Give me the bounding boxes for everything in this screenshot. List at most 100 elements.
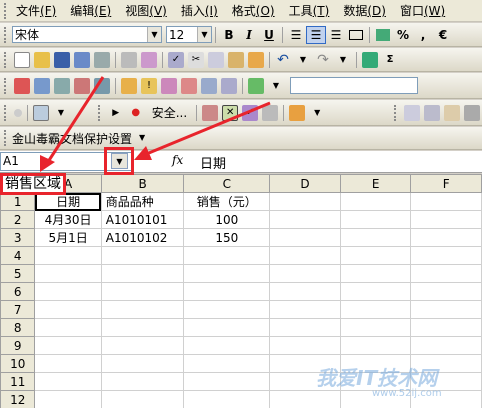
undo-icon[interactable]: ↶ xyxy=(275,52,291,68)
cell[interactable] xyxy=(100,372,185,391)
chevron-down-icon[interactable]: ▼ xyxy=(335,52,351,68)
cell[interactable] xyxy=(269,336,341,355)
cell[interactable] xyxy=(100,264,185,283)
chevron-down-icon[interactable]: ▼ xyxy=(134,130,150,146)
cell[interactable]: 销售（元） xyxy=(183,192,271,211)
cell[interactable]: 5月1日 xyxy=(34,228,102,247)
row-header[interactable]: 3 xyxy=(0,228,36,247)
cell[interactable] xyxy=(339,264,412,283)
row-header[interactable]: 1 xyxy=(0,192,36,211)
cell[interactable] xyxy=(34,354,102,373)
cell[interactable] xyxy=(34,300,102,319)
trace-dependents-icon[interactable] xyxy=(34,77,50,94)
menu-grip[interactable] xyxy=(4,2,10,19)
chevron-down-icon[interactable]: ▼ xyxy=(309,105,325,121)
paste-icon[interactable] xyxy=(228,51,244,68)
cell[interactable] xyxy=(410,192,482,211)
new-file-icon[interactable] xyxy=(14,51,30,68)
euro-button[interactable]: € xyxy=(433,26,453,44)
cell[interactable]: 150 xyxy=(183,228,271,247)
cell[interactable] xyxy=(339,282,412,301)
cell[interactable] xyxy=(339,318,412,337)
format-painter-icon[interactable] xyxy=(248,51,264,68)
cell[interactable] xyxy=(183,246,271,265)
frame-icon[interactable] xyxy=(33,104,49,121)
toolbox-icon[interactable] xyxy=(202,104,219,121)
cell[interactable]: 商品品种 xyxy=(100,192,185,211)
cell[interactable]: A1010101 xyxy=(100,210,185,229)
dropdown-arrow-icon[interactable]: ▼ xyxy=(147,27,161,42)
cell[interactable] xyxy=(269,210,341,229)
menu-item[interactable]: 格式(O) xyxy=(232,2,275,19)
circle-invalid-icon[interactable] xyxy=(161,77,177,94)
toolbar-grip[interactable] xyxy=(4,130,8,146)
underline-button[interactable]: U xyxy=(259,26,279,44)
cell[interactable] xyxy=(183,264,271,283)
security-button[interactable]: 安全... xyxy=(152,104,187,121)
toolbar-grip[interactable] xyxy=(4,26,8,43)
vba-editor-icon[interactable]: ✓ xyxy=(242,104,259,121)
cell[interactable] xyxy=(34,282,102,301)
redo-icon[interactable]: ↷ xyxy=(315,52,331,68)
addin-protect-button[interactable]: 金山毒霸文档保护设置 xyxy=(12,130,132,147)
cell[interactable] xyxy=(269,246,341,265)
cell[interactable]: 日期 xyxy=(34,192,102,211)
cell[interactable] xyxy=(339,300,412,319)
macro-icon[interactable] xyxy=(289,104,306,121)
radio-icon[interactable] xyxy=(14,108,22,117)
new-comment-icon[interactable] xyxy=(121,77,137,94)
cell[interactable] xyxy=(100,336,185,355)
toolbar-grip[interactable] xyxy=(4,104,8,121)
research-icon[interactable] xyxy=(141,51,157,68)
chevron-down-icon[interactable]: ▼ xyxy=(295,52,311,68)
cell[interactable] xyxy=(269,264,341,283)
cell[interactable] xyxy=(183,354,271,373)
evaluate-formula-icon[interactable] xyxy=(221,77,237,94)
menu-item[interactable]: 插入(I) xyxy=(181,2,218,19)
cell[interactable] xyxy=(410,300,482,319)
remove-arrows-icon[interactable] xyxy=(54,77,70,94)
align-left-icon[interactable]: ☰ xyxy=(286,26,306,44)
cell[interactable] xyxy=(339,228,412,247)
hyperlink-icon[interactable] xyxy=(362,51,378,68)
cell[interactable] xyxy=(100,354,185,373)
row-header[interactable]: 4 xyxy=(0,246,36,265)
cell[interactable] xyxy=(269,300,341,319)
ink-icon[interactable] xyxy=(404,104,420,121)
clear-circles-icon[interactable] xyxy=(181,77,197,94)
error-check-icon[interactable]: ! xyxy=(141,77,157,94)
font-size-combo[interactable]: 12 ▼ xyxy=(166,26,212,43)
cell[interactable]: 100 xyxy=(183,210,271,229)
font-name-combo[interactable]: 宋体 ▼ xyxy=(12,26,162,43)
cell[interactable] xyxy=(269,318,341,337)
cell[interactable] xyxy=(410,336,482,355)
cell[interactable] xyxy=(34,372,102,391)
formula-auditing-input[interactable] xyxy=(290,77,418,94)
cell[interactable]: A1010102 xyxy=(100,228,185,247)
cell[interactable] xyxy=(339,336,412,355)
toolbar-grip[interactable] xyxy=(4,51,8,68)
cell[interactable] xyxy=(410,246,482,265)
design-mode-icon[interactable]: ✕ xyxy=(222,104,239,121)
chevron-down-icon[interactable]: ▼ xyxy=(53,105,69,121)
cell[interactable] xyxy=(269,390,341,408)
cell[interactable] xyxy=(183,390,271,408)
cell[interactable] xyxy=(410,282,482,301)
cell[interactable] xyxy=(34,390,102,408)
column-header[interactable]: C xyxy=(183,174,271,193)
row-header[interactable]: 12 xyxy=(0,390,36,408)
cell[interactable] xyxy=(100,246,185,265)
column-header[interactable]: D xyxy=(269,174,341,193)
cell[interactable]: 4月30日 xyxy=(34,210,102,229)
cell[interactable] xyxy=(100,318,185,337)
chevron-down-icon[interactable]: ▼ xyxy=(268,78,284,94)
cell[interactable] xyxy=(183,336,271,355)
dropdown-arrow-icon[interactable]: ▼ xyxy=(197,27,211,42)
cell[interactable] xyxy=(339,192,412,211)
cell[interactable] xyxy=(34,246,102,265)
open-folder-icon[interactable] xyxy=(34,51,50,68)
cell[interactable] xyxy=(100,282,185,301)
cell[interactable] xyxy=(269,192,341,211)
cell[interactable] xyxy=(183,300,271,319)
row-header[interactable]: 2 xyxy=(0,210,36,229)
